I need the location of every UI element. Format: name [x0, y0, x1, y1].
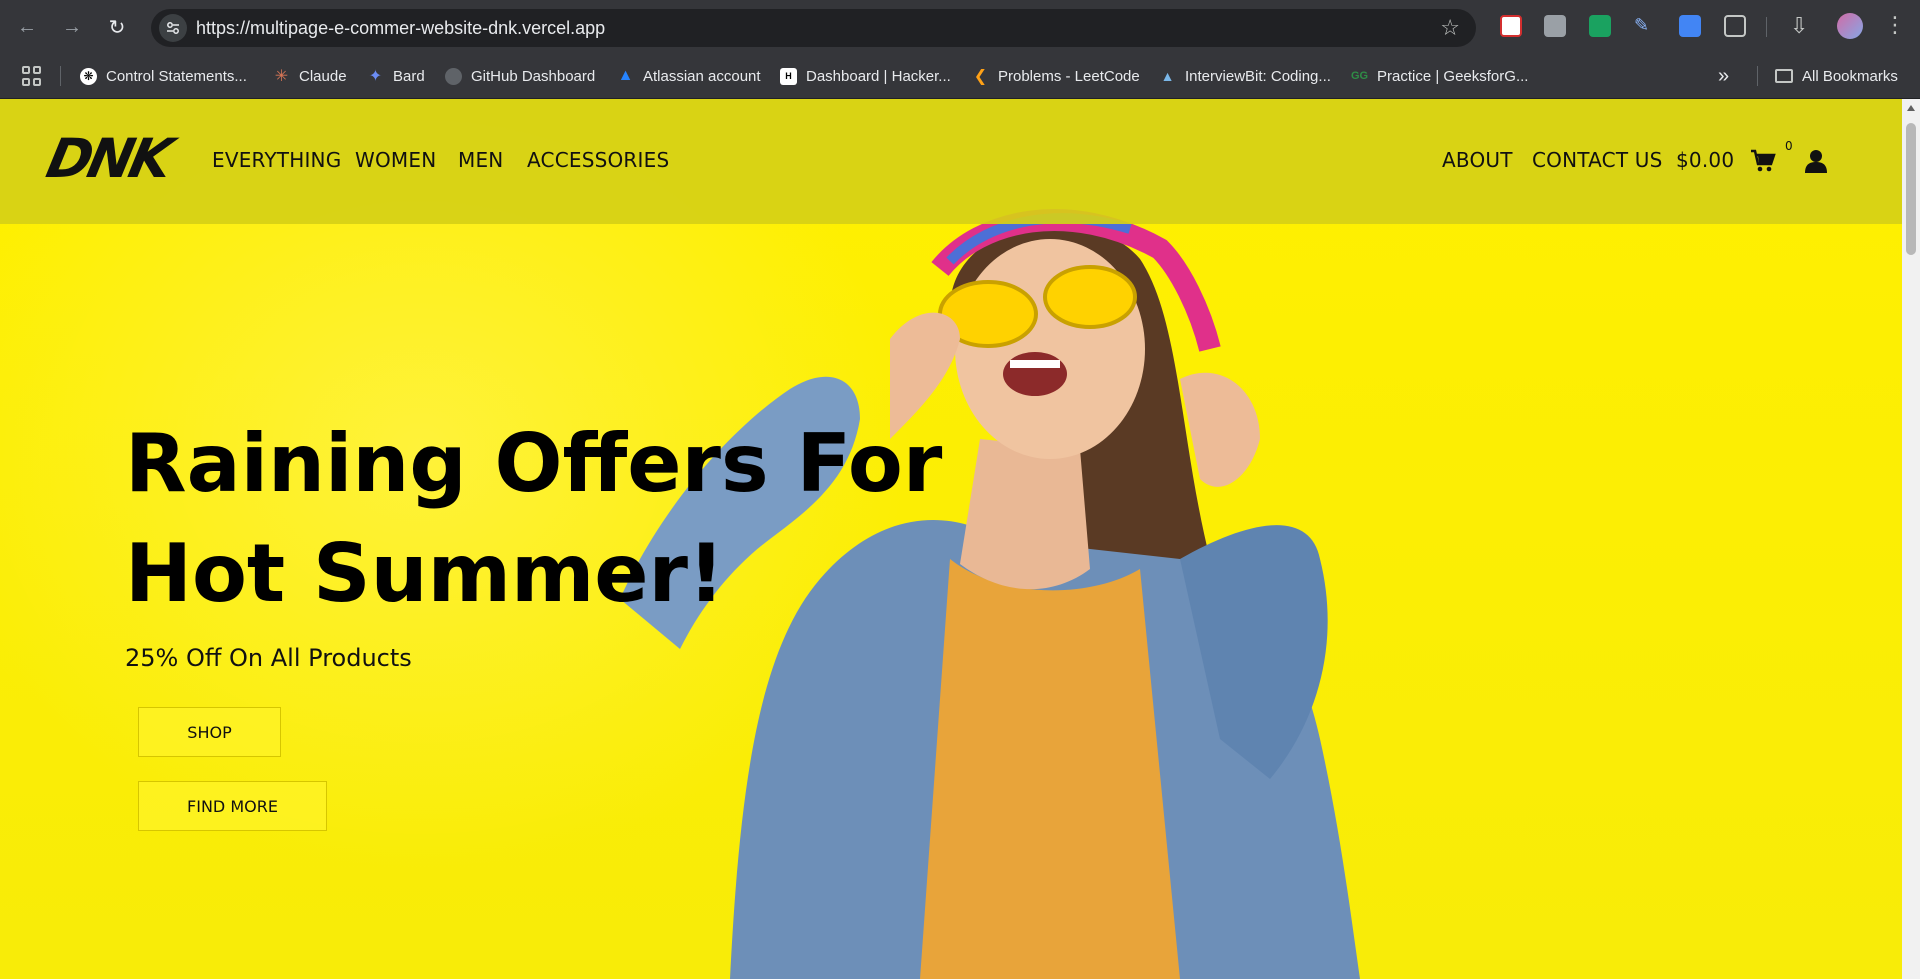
claude-icon: ✳ — [274, 68, 289, 85]
browser-toolbar: ← → ↻ https://multipage-e-commer-website… — [0, 0, 1920, 53]
bookmark-label: InterviewBit: Coding... — [1185, 67, 1331, 85]
nav-women[interactable]: WOMEN — [355, 148, 436, 172]
nav-contact-us[interactable]: CONTACT US — [1532, 148, 1663, 172]
site-header: DNK EVERYTHING WOMEN MEN ACCESSORIES ABO… — [0, 99, 1902, 224]
all-bookmarks-button[interactable]: All Bookmarks — [1775, 64, 1898, 88]
leetcode-icon: ❮ — [973, 68, 988, 85]
scroll-up-icon[interactable] — [1907, 105, 1915, 111]
bookmarks-divider — [1757, 66, 1758, 86]
all-bookmarks-label: All Bookmarks — [1802, 67, 1898, 85]
bookmark-item[interactable]: ▲ InterviewBit: Coding... — [1159, 64, 1331, 88]
hero-title-line2: Hot Summer! — [125, 527, 725, 620]
geeksforgeeks-icon: GG — [1350, 70, 1369, 82]
atlassian-icon: ▲ — [617, 67, 634, 84]
bookmark-label: GitHub Dashboard — [471, 67, 596, 85]
bookmark-item[interactable]: ▲ Atlassian account — [617, 64, 761, 88]
bookmark-label: Practice | GeeksforG... — [1377, 67, 1529, 85]
cart-icon[interactable] — [1750, 149, 1776, 173]
bookmarks-bar: ❋ Control Statements... ✳ Claude ✦ Bard … — [0, 53, 1920, 99]
hero-subtitle: 25% Off On All Products — [125, 644, 412, 672]
bookmark-star-icon[interactable]: ☆ — [1440, 15, 1460, 41]
bookmark-item[interactable]: ✦ Bard — [367, 64, 425, 88]
page-scrollbar[interactable] — [1902, 99, 1920, 979]
bookmark-label: Atlassian account — [643, 67, 761, 85]
cart-count-badge: 0 — [1785, 139, 1793, 153]
bookmark-item[interactable]: ❮ Problems - LeetCode — [972, 64, 1140, 88]
extension-icon[interactable] — [1500, 15, 1522, 37]
bookmark-item[interactable]: GitHub Dashboard — [445, 64, 595, 88]
bookmarks-divider — [60, 66, 61, 86]
bookmark-item[interactable]: ✳ Claude — [273, 64, 347, 88]
bookmark-item[interactable]: ❋ Control Statements... — [80, 64, 247, 88]
chatgpt-icon: ❋ — [80, 67, 97, 85]
nav-accessories[interactable]: ACCESSORIES — [527, 148, 669, 172]
nav-men[interactable]: MEN — [458, 148, 503, 172]
bookmark-item[interactable]: H Dashboard | Hacker... — [780, 64, 951, 88]
bookmarks-overflow-icon[interactable]: » — [1718, 64, 1729, 88]
site-info-icon[interactable] — [159, 14, 187, 42]
interviewbit-icon: ▲ — [1160, 68, 1175, 84]
eyedropper-icon[interactable]: ✎ — [1634, 15, 1656, 37]
hero-title: Raining Offers For Hot Summer! — [125, 409, 1025, 629]
nav-everything[interactable]: EVERYTHING — [212, 148, 341, 172]
reload-icon[interactable]: ↻ — [102, 12, 132, 42]
github-icon — [445, 67, 462, 85]
more-vert-icon[interactable]: ⋮ — [1884, 12, 1906, 38]
folder-icon — [1775, 69, 1793, 83]
bookmark-label: Claude — [299, 67, 347, 85]
bookmark-label: Dashboard | Hacker... — [806, 67, 951, 85]
address-bar[interactable]: https://multipage-e-commer-website-dnk.v… — [151, 9, 1476, 47]
extension-icon[interactable] — [1544, 15, 1566, 37]
profile-avatar[interactable] — [1837, 13, 1863, 39]
site-logo[interactable]: DNK — [41, 127, 174, 190]
extension-icon[interactable] — [1679, 15, 1701, 37]
download-icon[interactable]: ⇩ — [1790, 13, 1808, 39]
puzzle-icon[interactable] — [1724, 15, 1746, 37]
nav-about[interactable]: ABOUT — [1442, 148, 1513, 172]
scroll-thumb[interactable] — [1906, 123, 1916, 255]
hackerrank-icon: H — [780, 67, 797, 85]
apps-grid-icon[interactable] — [22, 66, 42, 86]
page-viewport: DNK EVERYTHING WOMEN MEN ACCESSORIES ABO… — [0, 99, 1902, 979]
bookmark-label: Control Statements... — [106, 67, 247, 85]
bard-icon: ✦ — [368, 68, 383, 85]
bookmark-label: Problems - LeetCode — [998, 67, 1140, 85]
toolbar-divider — [1766, 17, 1767, 37]
bookmark-item[interactable]: GG Practice | GeeksforG... — [1350, 64, 1529, 88]
back-icon[interactable]: ← — [12, 12, 42, 42]
hero-title-line1: Raining Offers For — [125, 417, 943, 510]
cart-total[interactable]: $0.00 — [1676, 148, 1734, 172]
user-icon[interactable] — [1805, 149, 1827, 173]
bookmark-label: Bard — [393, 67, 425, 85]
forward-icon[interactable]: → — [57, 12, 87, 42]
url-text[interactable]: https://multipage-e-commer-website-dnk.v… — [196, 18, 605, 39]
shop-button[interactable]: SHOP — [138, 707, 281, 757]
extension-icon[interactable] — [1589, 15, 1611, 37]
find-more-button[interactable]: FIND MORE — [138, 781, 327, 831]
